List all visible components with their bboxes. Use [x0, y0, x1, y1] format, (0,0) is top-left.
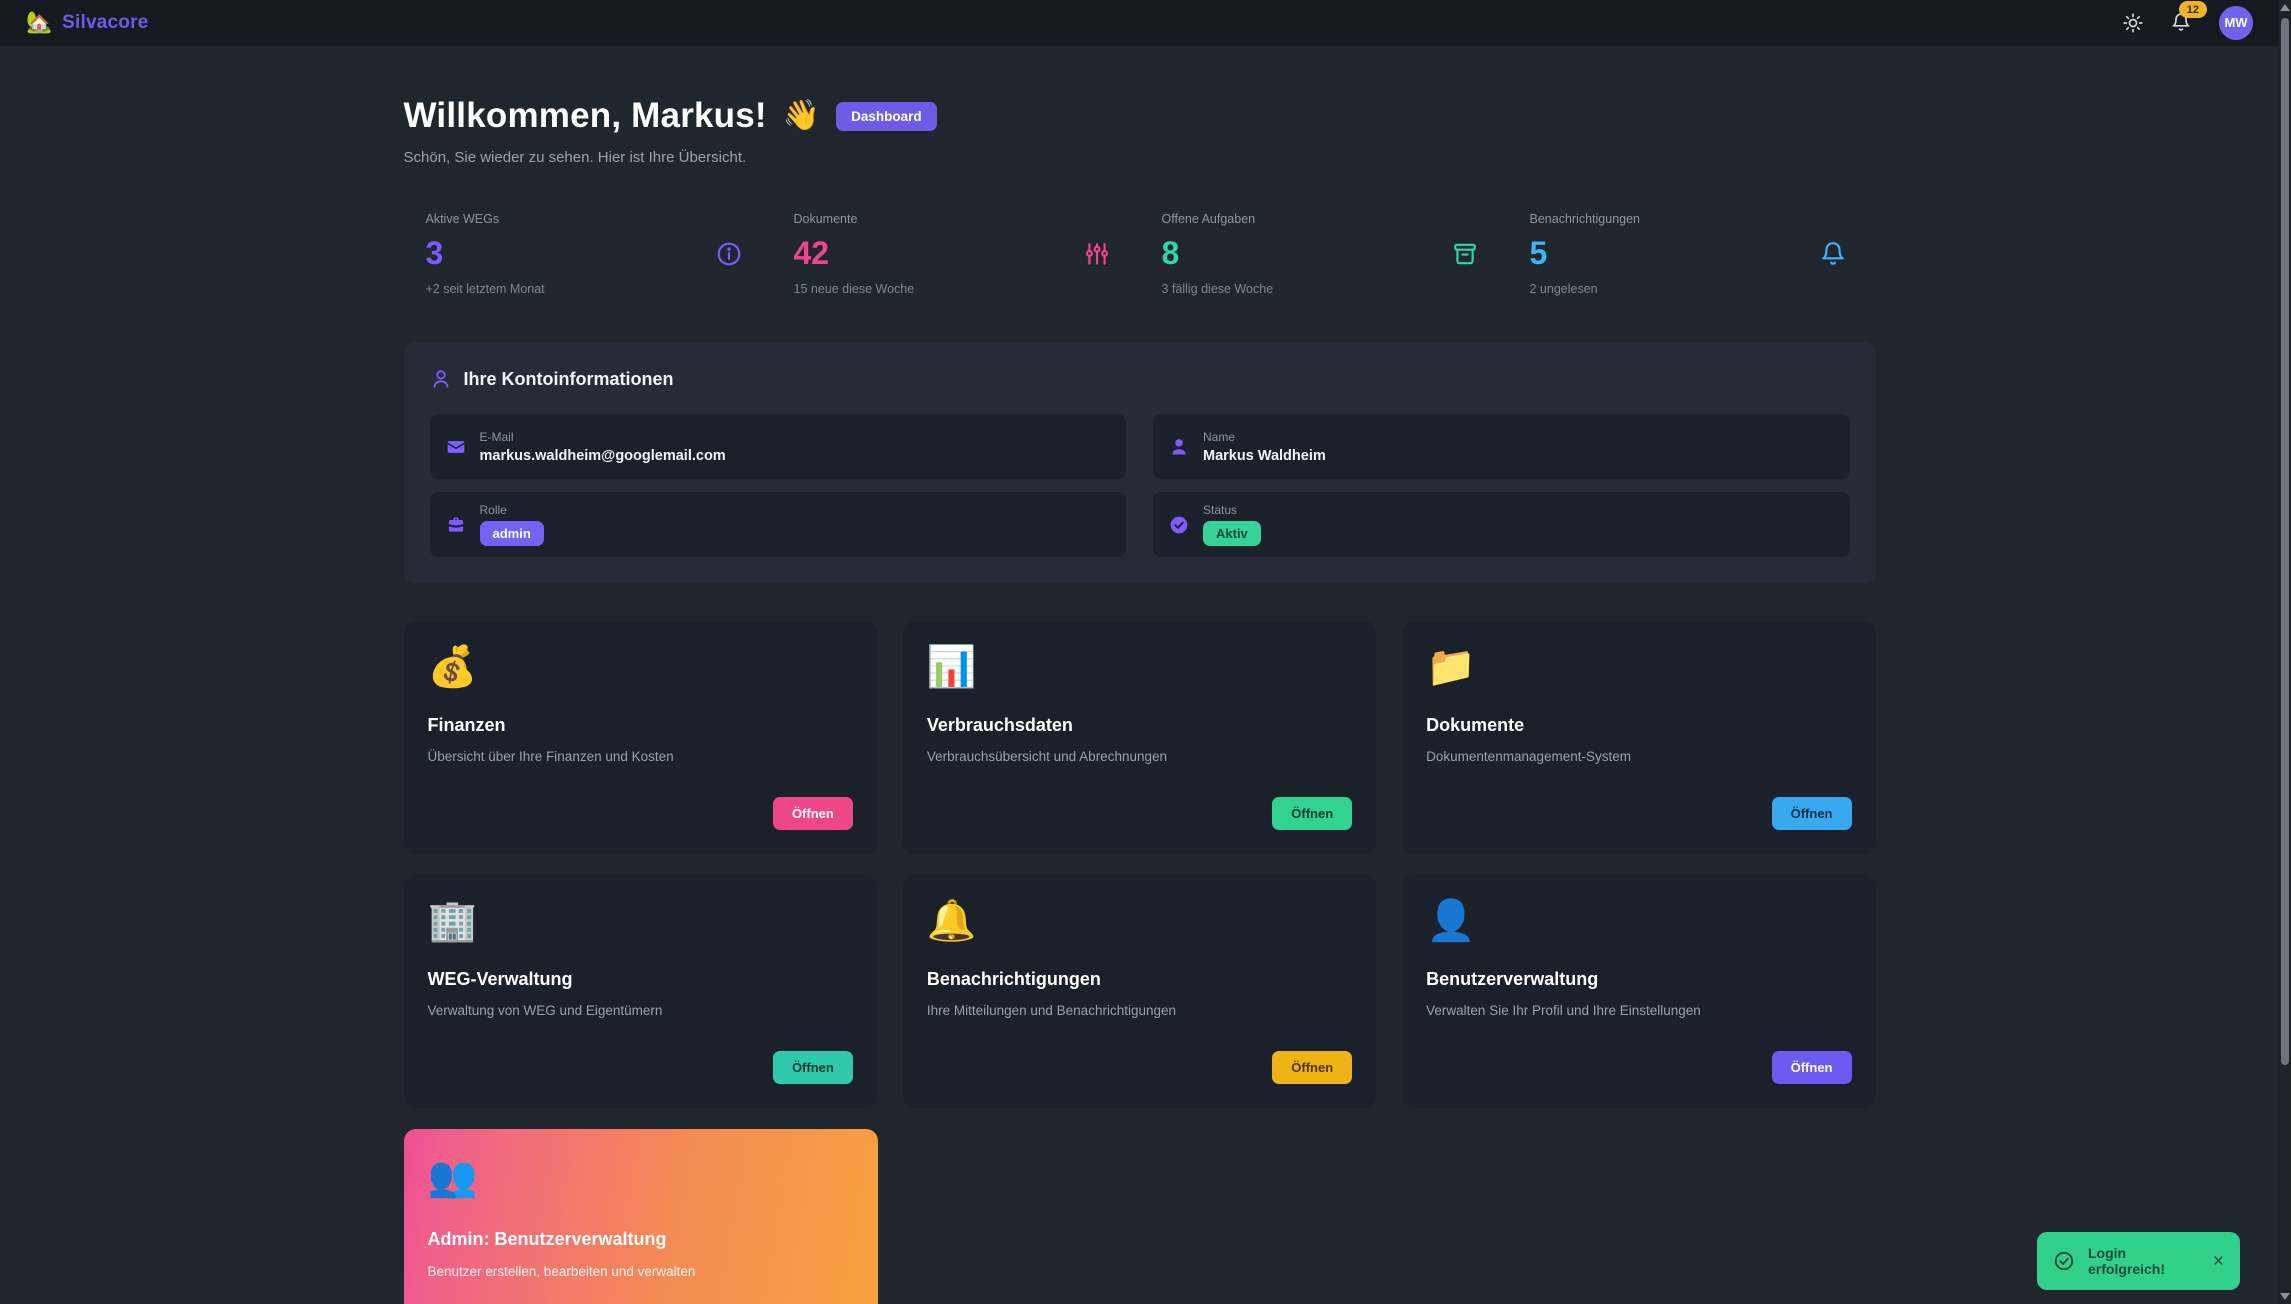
info-circle-icon: [716, 241, 742, 267]
card-title: Finanzen: [427, 715, 506, 735]
login-success-toast: Login erfolgreich! ×: [2037, 1232, 2240, 1290]
money-bag-icon: 💰: [427, 645, 478, 689]
scrollbar-up-arrow[interactable]: [2280, 4, 2290, 11]
card-title: WEG-Verwaltung: [427, 969, 573, 989]
field-value-email: markus.waldheim@googlemail.com: [479, 447, 726, 464]
status-badge: Aktiv: [1203, 521, 1261, 546]
stat-sublabel: 2 ungelesen: [1529, 282, 1598, 296]
card-description: Verwalten Sie Ihr Profil und Ihre Einste…: [1426, 1003, 1701, 1018]
stat-value: 5: [1529, 235, 1548, 271]
card-weg-verwaltung[interactable]: 🏢 WEG-Verwaltung Verwaltung von WEG und …: [403, 875, 877, 1108]
app-logo[interactable]: 🏡 Silvacore: [26, 12, 148, 34]
topbar-actions: 12 MW: [2123, 1, 2253, 40]
person-outline-icon: [430, 368, 452, 390]
stat-dokumente: Dokumente 42 15 neue diese Woche: [772, 212, 1140, 296]
card-description: Dokumentenmanagement-System: [1426, 749, 1632, 764]
field-status: Status Aktiv: [1153, 492, 1850, 557]
sun-icon: [2123, 12, 2143, 33]
notification-count-badge: 12: [2178, 1, 2207, 18]
check-circle-outline-icon: [2053, 1250, 2075, 1272]
open-benutzerverwaltung-button[interactable]: Öffnen: [1771, 1051, 1852, 1084]
stat-value: 42: [793, 235, 830, 271]
check-circle-icon: [1169, 515, 1189, 535]
user-avatar[interactable]: MW: [2219, 5, 2253, 40]
open-benachrichtigungen-button[interactable]: Öffnen: [1272, 1051, 1353, 1084]
card-dokumente[interactable]: 📁 Dokumente Dokumentenmanagement-System …: [1402, 621, 1876, 854]
card-description: Verbrauchsübersicht und Abrechnungen: [926, 749, 1168, 764]
field-email: E-Mail markus.waldheim@googlemail.com: [429, 414, 1126, 479]
stat-benachrichtigungen: Benachrichtigungen 5 2 ungelesen: [1508, 212, 1876, 296]
feature-cards-grid: 💰 Finanzen Übersicht über Ihre Finanzen …: [403, 621, 1876, 1108]
bell-icon: [1820, 241, 1846, 267]
field-value-name: Markus Waldheim: [1203, 447, 1326, 464]
stat-label: Dokumente: [793, 212, 858, 226]
stat-offene-aufgaben: Offene Aufgaben 8 3 fällig diese Woche: [1140, 212, 1508, 296]
card-title: Dokumente: [1426, 715, 1525, 735]
dashboard-main: Willkommen, Markus! 👋 Dashboard Schön, S…: [403, 46, 1876, 1304]
app-name: Silvacore: [62, 11, 149, 33]
card-benachrichtigungen[interactable]: 🔔 Benachrichtigungen Ihre Mitteilungen u…: [902, 875, 1377, 1108]
card-verbrauchsdaten[interactable]: 📊 Verbrauchsdaten Verbrauchsübersicht un…: [902, 621, 1377, 854]
envelope-icon: [446, 437, 466, 457]
bell-emoji-icon: 🔔: [926, 899, 977, 943]
stat-sublabel: 15 neue diese Woche: [793, 282, 915, 296]
card-finanzen[interactable]: 💰 Finanzen Übersicht über Ihre Finanzen …: [403, 621, 877, 854]
stat-label: Aktive WEGs: [425, 212, 500, 226]
role-badge: admin: [479, 521, 544, 546]
bar-chart-icon: 📊: [926, 645, 977, 689]
toast-close-icon[interactable]: ×: [2213, 1252, 2224, 1271]
wave-emoji-icon: 👋: [782, 99, 821, 132]
field-rolle: Rolle admin: [429, 492, 1126, 557]
stat-aktive-wegs: Aktive WEGs 3 +2 seit letztem Monat: [404, 212, 772, 296]
field-label: E-Mail: [479, 429, 514, 444]
topbar: 🏡 Silvacore 12 MW: [0, 0, 2279, 46]
house-icon: 🏡: [26, 11, 53, 34]
card-description: Ihre Mitteilungen und Benachrichtigungen: [926, 1003, 1176, 1018]
stats-row: Aktive WEGs 3 +2 seit letztem Monat Doku…: [404, 212, 1876, 296]
theme-toggle-button[interactable]: [2123, 12, 2143, 33]
card-title: Benachrichtigungen: [926, 969, 1101, 989]
stat-label: Benachrichtigungen: [1529, 212, 1641, 226]
stat-label: Offene Aufgaben: [1161, 212, 1256, 226]
card-description: Verwaltung von WEG und Eigentümern: [427, 1003, 663, 1018]
stat-value: 3: [425, 235, 444, 271]
field-label: Rolle: [479, 503, 507, 517]
toast-message: Login erfolgreich!: [2088, 1245, 2166, 1277]
people-silhouettes-icon: 👥: [427, 1155, 478, 1199]
stat-sublabel: +2 seit letztem Monat: [425, 282, 545, 296]
open-weg-verwaltung-button[interactable]: Öffnen: [772, 1051, 853, 1084]
folder-icon: 📁: [1426, 645, 1476, 689]
sliders-icon: [1084, 241, 1110, 267]
card-admin-benutzerverwaltung[interactable]: 👥 Admin: Benutzerverwaltung Benutzer ers…: [403, 1129, 878, 1304]
dashboard-badge: Dashboard: [836, 101, 937, 131]
card-description: Übersicht über Ihre Finanzen und Kosten: [427, 749, 674, 764]
scrollbar-thumb[interactable]: [2281, 18, 2289, 1065]
welcome-subtitle: Schön, Sie wieder zu sehen. Hier ist Ihr…: [403, 149, 747, 166]
admin-card-title: Admin: Benutzerverwaltung: [427, 1229, 667, 1249]
account-info-panel: Ihre Kontoinformationen E-Mail markus.wa…: [403, 342, 1876, 583]
field-label: Name: [1203, 429, 1236, 444]
card-title: Verbrauchsdaten: [926, 715, 1073, 735]
person-icon: [1169, 437, 1189, 457]
open-finanzen-button[interactable]: Öffnen: [772, 797, 853, 830]
field-name: Name Markus Waldheim: [1153, 414, 1850, 479]
stat-sublabel: 3 fällig diese Woche: [1161, 282, 1274, 296]
page-title: Willkommen, Markus!: [403, 96, 767, 135]
card-benutzerverwaltung[interactable]: 👤 Benutzerverwaltung Verwalten Sie Ihr P…: [1402, 875, 1876, 1108]
field-label: Status: [1203, 503, 1238, 517]
stat-value: 8: [1161, 235, 1180, 271]
person-silhouette-icon: 👤: [1426, 899, 1476, 943]
briefcase-icon: [446, 515, 466, 535]
card-title: Benutzerverwaltung: [1426, 969, 1599, 989]
account-panel-title: Ihre Kontoinformationen: [463, 368, 674, 389]
admin-card-description: Benutzer erstellen, bearbeiten und verwa…: [427, 1264, 696, 1279]
archive-icon: [1452, 241, 1478, 267]
open-verbrauchsdaten-button[interactable]: Öffnen: [1272, 797, 1353, 830]
office-building-icon: 🏢: [427, 899, 478, 943]
scrollbar-down-arrow[interactable]: [2280, 1293, 2290, 1300]
open-dokumente-button[interactable]: Öffnen: [1771, 797, 1852, 830]
vertical-scrollbar[interactable]: [2279, 0, 2291, 1304]
